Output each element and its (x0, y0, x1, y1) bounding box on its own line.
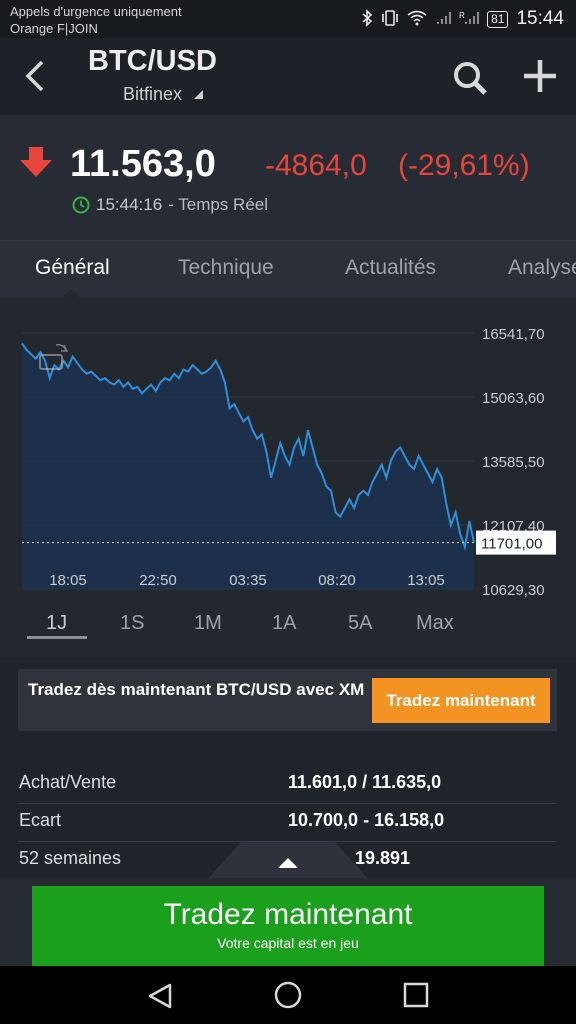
caret-icon (194, 90, 204, 99)
cta-title: Tradez maintenant (163, 898, 413, 931)
tab-technique[interactable]: Technique (178, 256, 274, 280)
range-1j[interactable]: 1J (46, 612, 67, 635)
wifi-icon (407, 10, 427, 29)
page-title: BTC/USD (88, 45, 217, 77)
price-change: -4864,0 (265, 149, 367, 182)
y-tick-label: 15063,60 (482, 390, 545, 407)
y-tick-label: 13585,50 (482, 454, 545, 471)
recents-square-icon[interactable] (403, 982, 429, 1008)
chart-panel: 16541,70 15063,60 13585,50 12107,40 10629,30… (0, 297, 576, 657)
detail-row: Achat/Vente 11.601,0 / 11.635,0 (18, 766, 557, 804)
tab-bar: Général Technique Actualités Analyse (0, 240, 576, 297)
range-1s[interactable]: 1S (120, 612, 144, 635)
x-tick-label: 03:35 (229, 572, 267, 589)
chevron-up-icon (278, 858, 298, 868)
range-1m[interactable]: 1M (194, 612, 222, 635)
status-icons: R 81 15:44 (361, 8, 564, 30)
promo-text: Tradez dès maintenant BTC/USD avec XM (28, 680, 365, 699)
down-arrow-icon (20, 147, 52, 182)
signal-r-icon: R (459, 10, 480, 29)
detail-value: 11.601,0 / 11.635,0 (288, 772, 442, 792)
active-tab-indicator (63, 289, 79, 297)
add-button[interactable] (520, 56, 560, 96)
current-value-label: 11701,00 (481, 536, 542, 553)
carrier-line-2: Orange F|JOIN (10, 21, 98, 36)
quote-header: 11.563,0 -4864,0 (-29,61%) 15:44:16 - Te… (0, 115, 576, 240)
promo-banner: Tradez dès maintenant BTC/USD avec XM Tr… (18, 669, 557, 731)
back-arrow-icon (25, 60, 44, 92)
app-bar: BTC/USD Bitfinex (0, 38, 576, 115)
price-value: 11.563,0 (70, 143, 216, 185)
x-tick-label: 08:20 (318, 572, 356, 589)
clock-icon (72, 196, 90, 214)
status-bar: Appels d'urgence uniquement Orange F|JOI… (0, 0, 576, 38)
detail-label: Ecart (19, 810, 62, 830)
detail-row: Ecart 10.700,0 - 16.158,0 (18, 804, 557, 842)
x-tick-label: 18:05 (49, 572, 87, 589)
detail-label: 52 semaines (19, 848, 122, 868)
system-nav-bar (0, 966, 576, 1024)
y-tick-label: 16541,70 (482, 326, 545, 343)
vibrate-icon (381, 9, 399, 30)
range-selector: 1J 1S 1M 1A 5A Max (0, 608, 576, 648)
y-tick-label: 10629,30 (482, 582, 545, 599)
price-chart[interactable]: 16541,7015063,6013585,5012107,4010629,30… (0, 297, 576, 607)
price-change-percent: (-29,61%) (398, 149, 530, 182)
signal-icon (435, 10, 452, 29)
range-max[interactable]: Max (416, 612, 454, 635)
battery-icon: 81 (487, 10, 509, 28)
detail-value: 10.700,0 - 16.158,0 (288, 810, 445, 830)
quote-time: 15:44:16 - Temps Réel (72, 195, 268, 215)
search-icon (454, 62, 487, 95)
chart-area-fill (22, 343, 474, 589)
clock: 15:44 (516, 8, 564, 29)
home-circle-icon[interactable] (274, 981, 302, 1009)
svg-text:R: R (459, 11, 465, 20)
carrier-line-1: Appels d'urgence uniquement (10, 4, 182, 19)
range-active-indicator (27, 636, 87, 639)
tab-analyse[interactable]: Analyse (508, 256, 576, 280)
x-tick-label: 13:05 (407, 572, 445, 589)
exchange-label: Bitfinex (123, 84, 183, 104)
range-1a[interactable]: 1A (272, 612, 296, 635)
range-5a[interactable]: 5A (348, 612, 372, 635)
search-button[interactable] (450, 58, 490, 98)
back-triangle-icon[interactable] (146, 982, 174, 1010)
back-button[interactable] (18, 56, 54, 96)
detail-label: Achat/Vente (19, 772, 117, 792)
quote-time-value: 15:44:16 (96, 195, 163, 214)
trade-now-button[interactable]: Tradez maintenant Votre capital est en j… (32, 886, 544, 966)
exchange-selector[interactable]: Bitfinex (123, 84, 205, 105)
bluetooth-icon (361, 8, 373, 30)
promo-trade-button[interactable]: Tradez maintenant (372, 678, 550, 723)
plus-icon (524, 60, 556, 92)
tab-actualites[interactable]: Actualités (345, 256, 436, 280)
tab-general[interactable]: Général (35, 256, 110, 280)
quote-time-suffix: - Temps Réel (168, 195, 269, 214)
x-tick-label: 22:50 (139, 572, 177, 589)
current-value-tag: 11701,00 (476, 530, 556, 555)
cta-subtitle: Votre capital est en jeu (217, 935, 359, 951)
